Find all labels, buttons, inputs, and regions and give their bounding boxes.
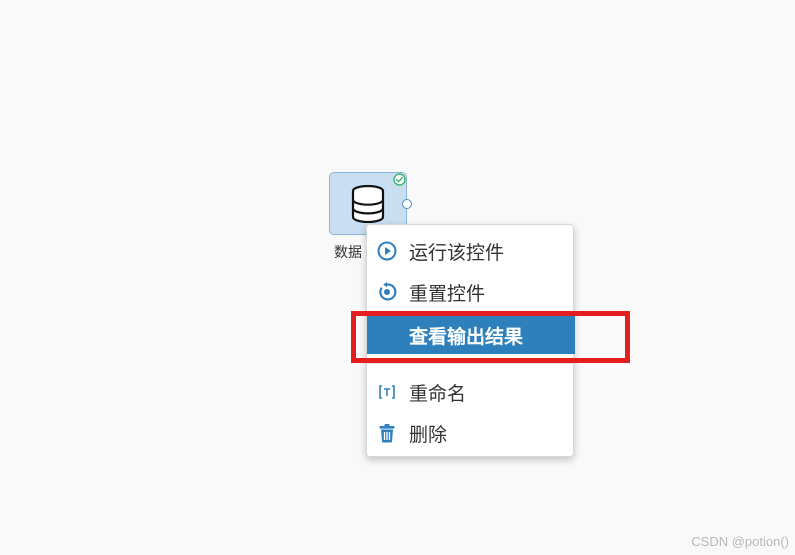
trash-icon <box>376 423 398 443</box>
menu-item-label: 运行该控件 <box>409 241 505 264</box>
rename-icon <box>376 382 398 402</box>
menu-item-reset-widget[interactable]: 重置控件 <box>367 274 575 310</box>
menu-item-label: 重置控件 <box>409 282 486 305</box>
menu-item-label: 重命名 <box>409 382 467 405</box>
menu-item-label: 查看输出结果 <box>409 325 524 348</box>
workflow-canvas[interactable]: 数据 运行该控件 重置控件 查看输出结果 重命名 删除 CSDN @potion… <box>0 0 795 555</box>
menu-item-delete[interactable]: 删除 <box>367 415 575 451</box>
output-port[interactable] <box>402 199 412 209</box>
menu-divider <box>367 363 573 364</box>
context-menu: 运行该控件 重置控件 查看输出结果 重命名 删除 <box>366 224 575 457</box>
menu-item-run-widget[interactable]: 运行该控件 <box>367 233 575 269</box>
play-circle-icon <box>376 241 398 261</box>
watermark: CSDN @potion() <box>691 534 789 549</box>
menu-item-view-output[interactable]: 查看输出结果 <box>367 316 575 354</box>
database-icon <box>350 184 386 224</box>
check-circle-icon <box>393 173 406 186</box>
menu-item-rename[interactable]: 重命名 <box>367 374 575 410</box>
menu-item-label: 删除 <box>409 423 448 446</box>
reset-icon <box>376 282 398 302</box>
